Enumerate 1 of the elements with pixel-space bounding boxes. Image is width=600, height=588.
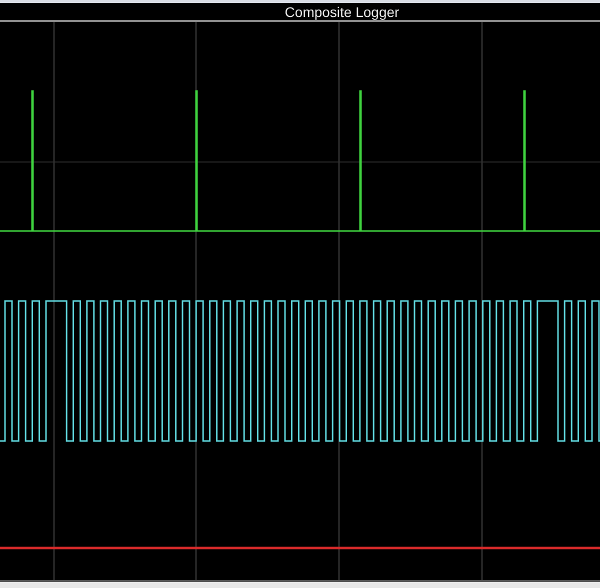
window-title: Composite Logger bbox=[284, 4, 400, 18]
